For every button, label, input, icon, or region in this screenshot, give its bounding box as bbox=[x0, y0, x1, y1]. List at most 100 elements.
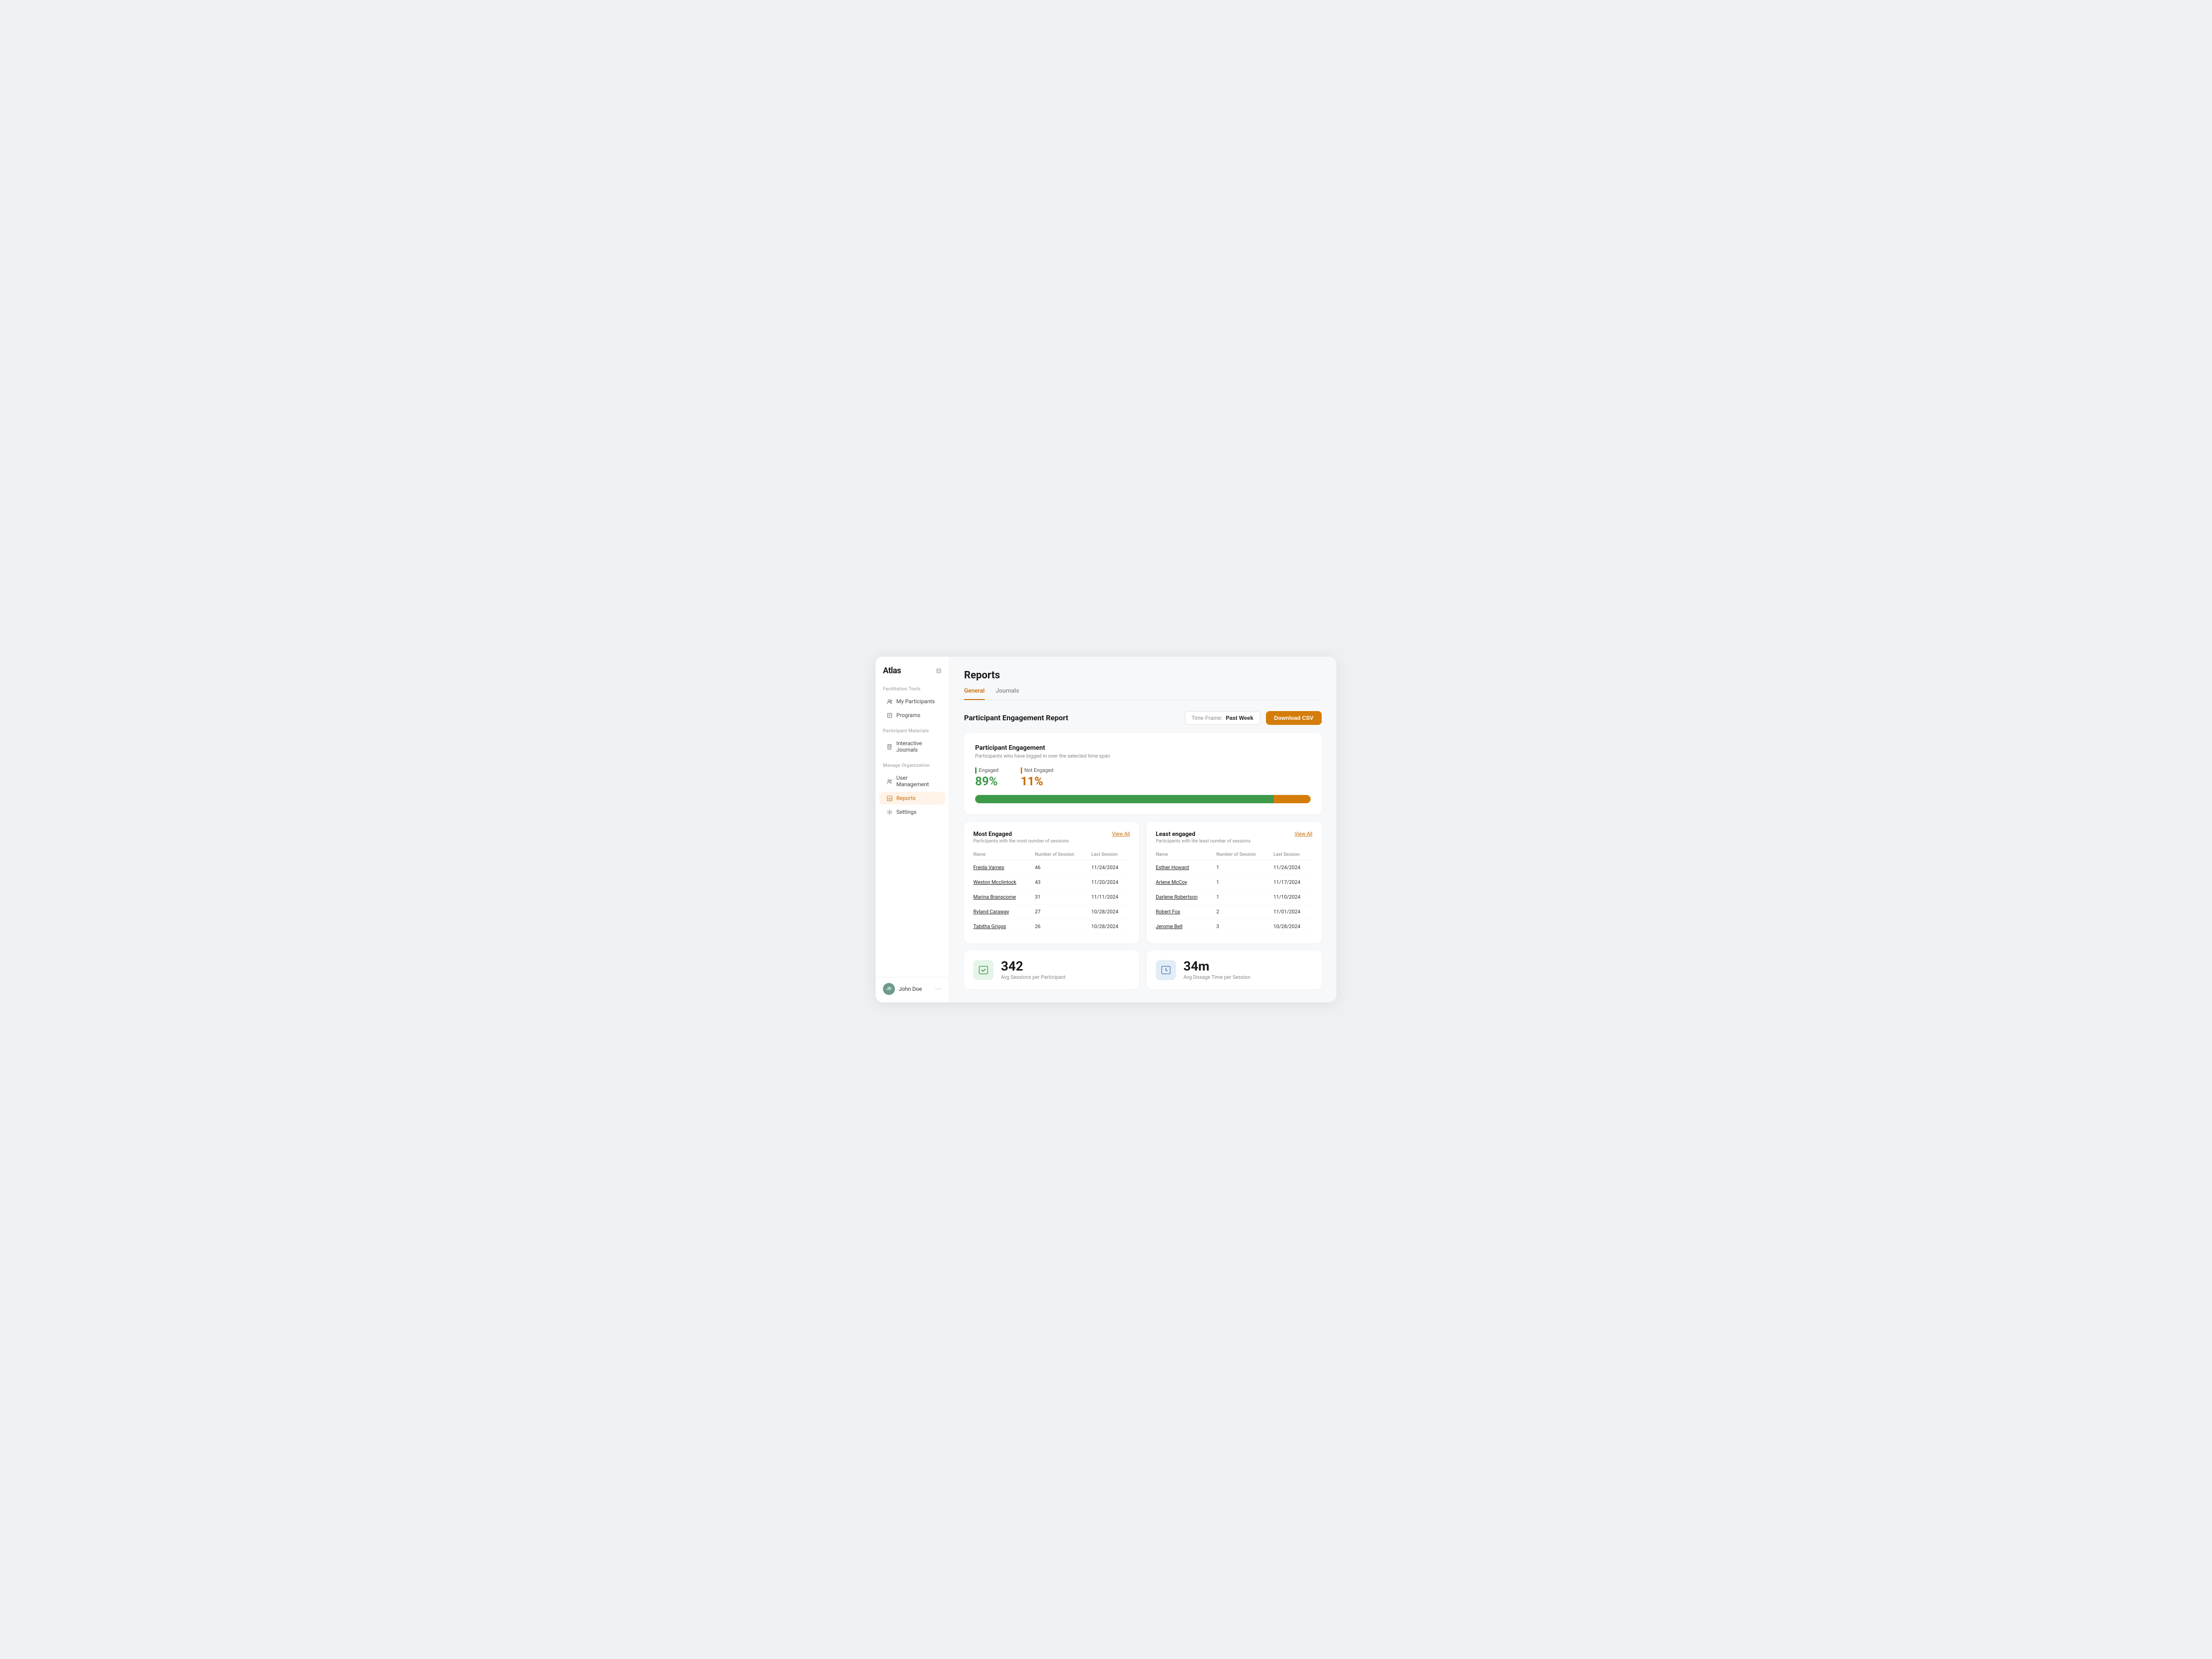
last-session-date: 11/11/2024 bbox=[1091, 889, 1130, 904]
participant-name[interactable]: Tabitha Griggs bbox=[973, 919, 1035, 934]
participants-icon bbox=[887, 699, 893, 705]
engaged-stat: Engaged 89% bbox=[975, 767, 999, 788]
sidebar-item-user-management[interactable]: User Management bbox=[879, 771, 945, 791]
table-row: Ryland Caraway 27 10/28/2024 bbox=[973, 904, 1130, 919]
sidebar-user-area: JD John Doe ⋯ bbox=[876, 977, 949, 995]
sidebar-item-my-participants[interactable]: My Participants bbox=[879, 695, 945, 708]
most-engaged-title: Most Engaged bbox=[973, 831, 1012, 838]
engaged-value: 89% bbox=[975, 775, 999, 788]
last-session-date: 10/28/2024 bbox=[1273, 919, 1312, 934]
user-info: JD John Doe bbox=[883, 983, 922, 995]
settings-icon bbox=[887, 809, 893, 815]
not-engaged-dot bbox=[1021, 767, 1022, 774]
participant-name[interactable]: Darlene Robertson bbox=[1156, 889, 1216, 904]
session-count: 31 bbox=[1035, 889, 1092, 904]
user-management-icon bbox=[887, 778, 893, 784]
sidebar-item-label-journals: Interactive Journals bbox=[896, 740, 938, 753]
participant-name[interactable]: Arlene McCoy bbox=[1156, 875, 1216, 889]
least-engaged-title: Least engaged bbox=[1156, 831, 1195, 838]
sidebar-item-label-reports: Reports bbox=[896, 795, 916, 801]
logo-text: Atlas bbox=[883, 666, 901, 676]
session-count: 43 bbox=[1035, 875, 1092, 889]
tab-general[interactable]: General bbox=[964, 688, 985, 700]
download-csv-button[interactable]: Download CSV bbox=[1266, 711, 1322, 725]
avg-dosage-label: Avg Dosage Time per Session bbox=[1183, 974, 1250, 980]
report-actions: Time Frame: Past Week Download CSV bbox=[1185, 711, 1322, 725]
sidebar-item-label-participants: My Participants bbox=[896, 698, 935, 705]
most-engaged-header-row: Most Engaged View All bbox=[973, 831, 1130, 838]
participant-name[interactable]: Freida Varnes bbox=[973, 860, 1035, 875]
participant-name[interactable]: Jerome Bell bbox=[1156, 919, 1216, 934]
not-engaged-label: Not Engaged bbox=[1021, 767, 1053, 774]
timeframe-value: Past Week bbox=[1226, 715, 1253, 721]
avg-dosage-value: 34m bbox=[1183, 960, 1250, 973]
table-row: Robert Fox 2 11/01/2024 bbox=[1156, 904, 1312, 919]
sidebar-item-interactive-journals[interactable]: Interactive Journals bbox=[879, 737, 945, 756]
most-engaged-table: Name Number of Session Last Session Frei… bbox=[973, 849, 1130, 934]
least-engaged-subtitle: Participants with the least number of se… bbox=[1156, 839, 1312, 844]
session-count: 1 bbox=[1216, 860, 1273, 875]
sidebar-item-settings[interactable]: Settings bbox=[879, 806, 945, 818]
not-engaged-value: 11% bbox=[1021, 775, 1053, 788]
session-count: 2 bbox=[1216, 904, 1273, 919]
session-count: 1 bbox=[1216, 875, 1273, 889]
least-engaged-table: Name Number of Session Last Session Esth… bbox=[1156, 849, 1312, 934]
engagement-card-subtitle: Participants who have logged in over the… bbox=[975, 753, 1311, 759]
stat-card-avg-dosage: 34m Avg Dosage Time per Session bbox=[1147, 951, 1322, 989]
sidebar-item-label-programs: Programs bbox=[896, 712, 920, 718]
session-count: 1 bbox=[1216, 889, 1273, 904]
last-session-date: 10/28/2024 bbox=[1091, 919, 1130, 934]
participant-name[interactable]: Esther Howard bbox=[1156, 860, 1216, 875]
sidebar-item-programs[interactable]: Programs bbox=[879, 709, 945, 722]
table-row: Freida Varnes 46 11/24/2024 bbox=[973, 860, 1130, 875]
col-sessions-most: Number of Session bbox=[1035, 849, 1092, 860]
least-engaged-header-row: Least engaged View All bbox=[1156, 831, 1312, 838]
sidebar-item-reports[interactable]: Reports bbox=[879, 792, 945, 805]
least-engaged-card: Least engaged View All Participants with… bbox=[1147, 822, 1322, 943]
sidebar-item-label-user-management: User Management bbox=[896, 775, 938, 788]
engaged-label: Engaged bbox=[975, 767, 999, 774]
avg-sessions-icon-box bbox=[973, 960, 994, 980]
participant-name[interactable]: Marina Branscome bbox=[973, 889, 1035, 904]
last-session-date: 11/17/2024 bbox=[1273, 875, 1312, 889]
last-session-date: 11/24/2024 bbox=[1273, 860, 1312, 875]
tables-row: Most Engaged View All Participants with … bbox=[964, 822, 1322, 943]
most-engaged-subtitle: Participants with the most number of ses… bbox=[973, 839, 1130, 844]
session-count: 27 bbox=[1035, 904, 1092, 919]
engagement-stats: Engaged 89% Not Engaged 11% bbox=[975, 767, 1311, 788]
avg-sessions-text: 342 Avg Sessions per Participant bbox=[1001, 960, 1065, 980]
user-menu-icon[interactable]: ⋯ bbox=[935, 985, 941, 993]
col-last-least: Last Session bbox=[1273, 849, 1312, 860]
avg-dosage-icon-box bbox=[1156, 960, 1176, 980]
session-count: 26 bbox=[1035, 919, 1092, 934]
participant-name[interactable]: Weston Mcclintock bbox=[973, 875, 1035, 889]
table-row: Esther Howard 1 11/24/2024 bbox=[1156, 860, 1312, 875]
journals-icon bbox=[887, 744, 893, 750]
session-count: 46 bbox=[1035, 860, 1092, 875]
col-name-most: Name bbox=[973, 849, 1035, 860]
engaged-dot bbox=[975, 767, 977, 774]
timeframe-button[interactable]: Time Frame: Past Week bbox=[1185, 711, 1260, 725]
tab-journals[interactable]: Journals bbox=[996, 688, 1019, 700]
section-label-manage-org: Manage Organization bbox=[876, 763, 949, 771]
table-row: Jerome Bell 3 10/28/2024 bbox=[1156, 919, 1312, 934]
sidebar: Atlas ⊟ Facilitation Tools My Participan… bbox=[876, 657, 949, 1002]
last-session-date: 11/10/2024 bbox=[1273, 889, 1312, 904]
stat-card-avg-sessions: 342 Avg Sessions per Participant bbox=[964, 951, 1139, 989]
participant-name[interactable]: Robert Fox bbox=[1156, 904, 1216, 919]
table-row: Darlene Robertson 1 11/10/2024 bbox=[1156, 889, 1312, 904]
main-content: Reports General Journals Participant Eng… bbox=[949, 657, 1336, 1002]
sidebar-toggle-icon[interactable]: ⊟ bbox=[936, 667, 941, 675]
table-row: Weston Mcclintock 43 11/20/2024 bbox=[973, 875, 1130, 889]
participant-name[interactable]: Ryland Caraway bbox=[973, 904, 1035, 919]
avg-dosage-text: 34m Avg Dosage Time per Session bbox=[1183, 960, 1250, 980]
avg-sessions-value: 342 bbox=[1001, 960, 1065, 973]
last-session-date: 10/28/2024 bbox=[1091, 904, 1130, 919]
least-engaged-view-all[interactable]: View All bbox=[1294, 831, 1312, 837]
table-row: Tabitha Griggs 26 10/28/2024 bbox=[973, 919, 1130, 934]
progress-bar bbox=[975, 795, 1311, 803]
session-count: 3 bbox=[1216, 919, 1273, 934]
bottom-stats-row: 342 Avg Sessions per Participant 34m Avg… bbox=[964, 951, 1322, 989]
most-engaged-view-all[interactable]: View All bbox=[1112, 831, 1130, 837]
page-title: Reports bbox=[964, 670, 1322, 681]
